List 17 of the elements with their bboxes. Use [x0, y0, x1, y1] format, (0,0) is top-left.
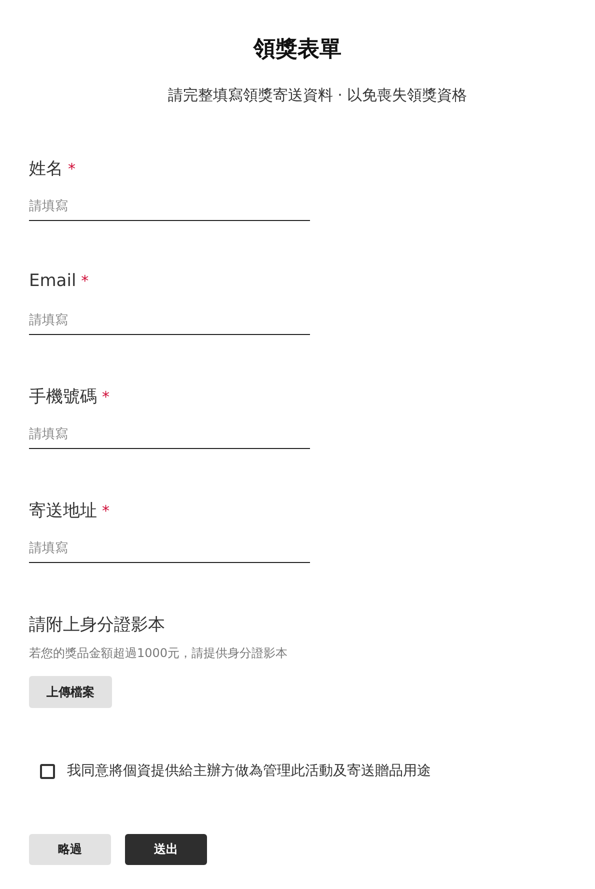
upload-hint: 若您的獎品金額超過1000元，請提供身分證影本 [29, 645, 288, 662]
form-title: 領獎表單 [252, 36, 342, 64]
checkbox[interactable] [40, 764, 55, 778]
required-mark: * [102, 502, 110, 520]
required-mark: * [81, 272, 89, 290]
skip-button[interactable]: 略過 [29, 834, 111, 865]
submit-button[interactable]: 送出 [125, 834, 207, 865]
label-text: 寄送地址 [29, 501, 97, 521]
label-text: 手機號碼 [29, 387, 97, 407]
consent-label: 我同意將個資提供給主辦方做為管理此活動及寄送贈品用途 [67, 762, 431, 780]
upload-button[interactable]: 上傳檔案 [29, 676, 112, 708]
label-text: Email [29, 271, 76, 291]
required-mark: * [102, 388, 110, 406]
label-text: 姓名 [29, 159, 63, 179]
form-subtitle: 請完整填寫領獎寄送資料 · 以免喪失領獎資格 [166, 86, 468, 105]
upload-label: 請附上身分證影本 [29, 614, 165, 637]
required-mark: * [68, 160, 76, 178]
